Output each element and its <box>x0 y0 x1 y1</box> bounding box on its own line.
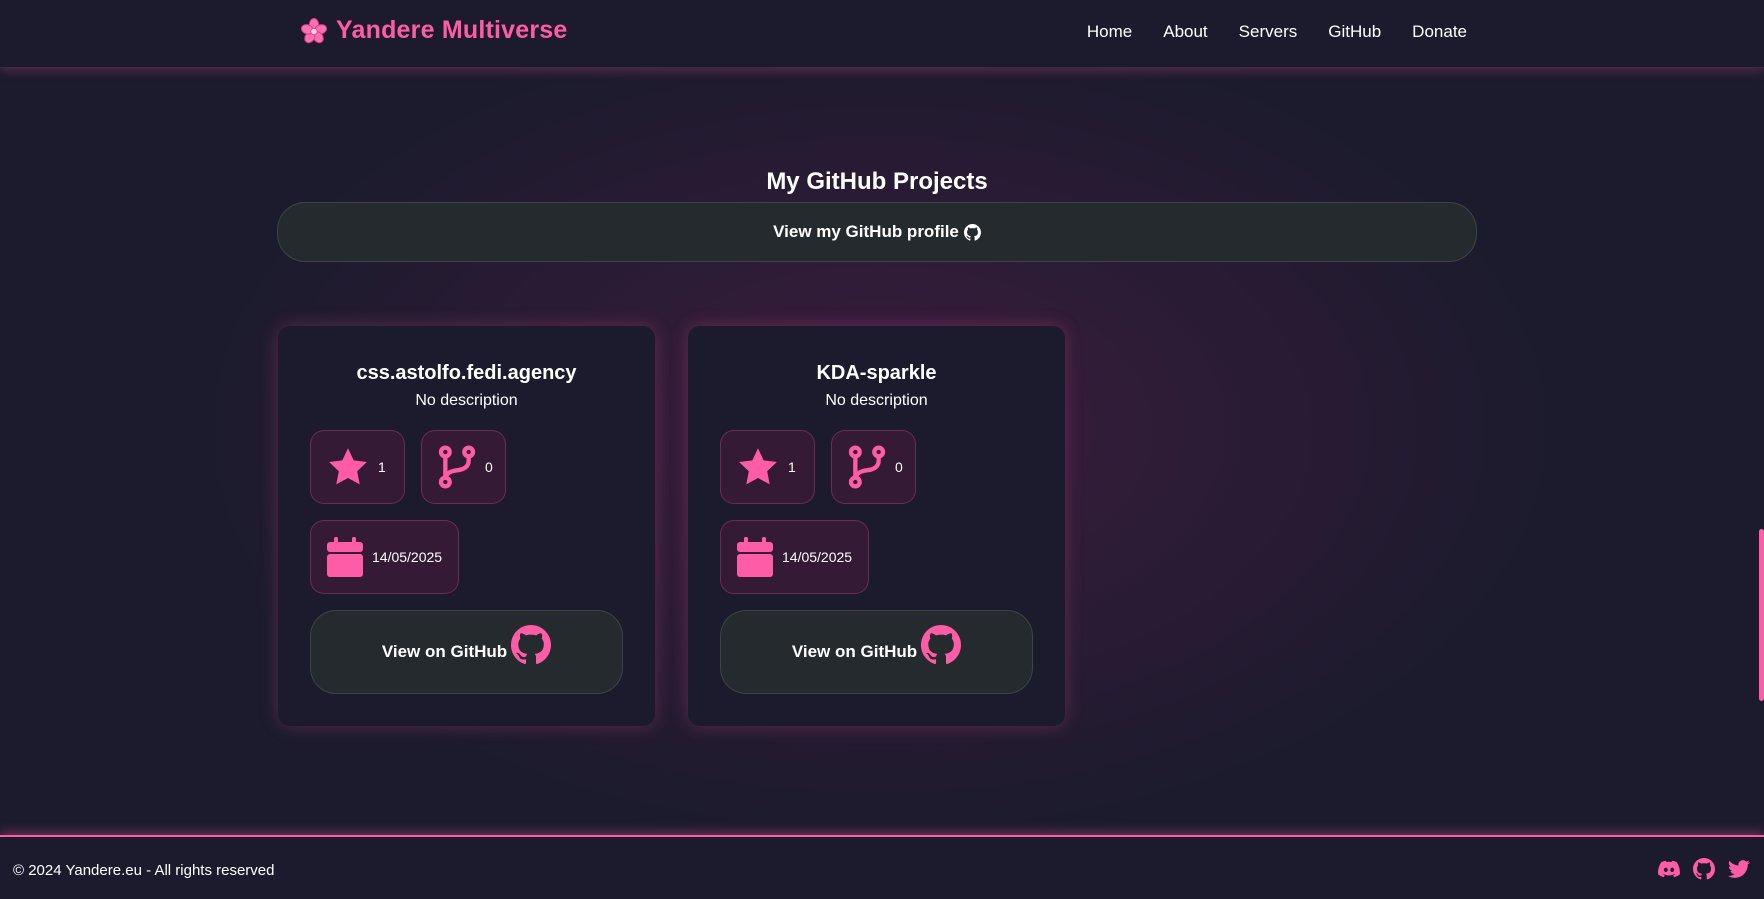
profile-button-label: View my GitHub profile <box>773 222 959 241</box>
brand-link[interactable]: Yandere Multiverse <box>300 16 567 45</box>
twitter-icon <box>1728 860 1750 878</box>
nav-servers[interactable]: Servers <box>1239 22 1298 42</box>
scrollbar[interactable] <box>1758 0 1764 899</box>
forks-count: 0 <box>895 459 903 475</box>
site-footer: © 2024 Yandere.eu - All rights reserved <box>0 835 1764 899</box>
view-on-github-button[interactable]: View on GitHub <box>720 610 1033 694</box>
brand-name: Yandere Multiverse <box>336 16 568 44</box>
forks-stat: 0 <box>421 430 506 504</box>
forks-stat: 0 <box>831 430 916 504</box>
nav-github[interactable]: GitHub <box>1328 22 1381 42</box>
copyright-text: © 2024 Yandere.eu - All rights reserved <box>13 862 275 879</box>
star-icon <box>329 448 367 485</box>
github-icon <box>511 625 551 665</box>
calendar-icon <box>327 537 363 577</box>
project-card: KDA-sparkle No description 1 0 14/05/202… <box>688 326 1065 726</box>
project-name: css.astolfo.fedi.agency <box>356 362 577 384</box>
project-card: css.astolfo.fedi.agency No description 1… <box>278 326 655 726</box>
stars-stat: 1 <box>720 430 815 504</box>
view-on-github-label: View on GitHub <box>791 642 918 661</box>
project-name: KDA-sparkle <box>816 362 937 384</box>
star-icon <box>739 448 777 485</box>
discord-link[interactable] <box>1658 858 1680 880</box>
view-on-github-button[interactable]: View on GitHub <box>310 610 623 694</box>
updated-date: 14/05/2025 <box>782 549 853 565</box>
forks-count: 0 <box>485 459 493 475</box>
stars-count: 1 <box>788 459 796 475</box>
scrollbar-thumb[interactable] <box>1759 529 1764 701</box>
page-title: My GitHub Projects <box>766 168 988 195</box>
updated-stat: 14/05/2025 <box>310 520 459 594</box>
site-header: Yandere Multiverse Home About Servers Gi… <box>0 0 1764 68</box>
sakura-flower-icon <box>300 17 328 43</box>
fork-icon <box>438 445 476 489</box>
fork-icon <box>848 445 886 489</box>
github-icon <box>921 625 961 665</box>
social-links <box>1658 858 1750 880</box>
github-link[interactable] <box>1693 858 1715 880</box>
project-description: No description <box>415 392 518 409</box>
main-nav: Home About Servers GitHub Donate <box>1087 22 1467 42</box>
github-icon <box>964 224 981 241</box>
view-github-profile-button[interactable]: View my GitHub profile <box>277 202 1477 262</box>
updated-stat: 14/05/2025 <box>720 520 869 594</box>
updated-date: 14/05/2025 <box>372 549 443 565</box>
page: Yandere Multiverse Home About Servers Gi… <box>0 0 1764 899</box>
nav-home[interactable]: Home <box>1087 22 1132 42</box>
project-description: No description <box>825 392 928 409</box>
github-icon <box>1693 858 1715 880</box>
nav-about[interactable]: About <box>1163 22 1207 42</box>
twitter-link[interactable] <box>1728 858 1750 880</box>
nav-donate[interactable]: Donate <box>1412 22 1467 42</box>
discord-icon <box>1658 860 1680 878</box>
stars-count: 1 <box>378 459 386 475</box>
view-on-github-label: View on GitHub <box>381 642 508 661</box>
stars-stat: 1 <box>310 430 405 504</box>
calendar-icon <box>737 537 773 577</box>
